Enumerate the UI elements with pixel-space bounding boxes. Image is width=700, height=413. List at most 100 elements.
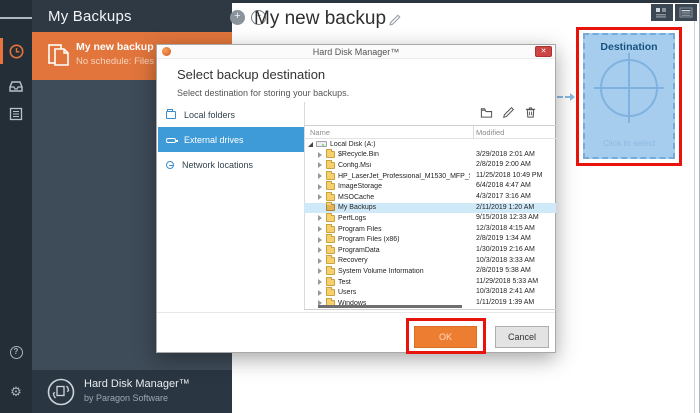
collapsed-arrow-icon[interactable] xyxy=(318,237,326,243)
product-byline: by Paragon Software xyxy=(84,393,168,403)
plus-icon xyxy=(628,53,630,123)
tile-view-button[interactable] xyxy=(651,4,673,21)
tree-row-programdata[interactable]: ProgramData 1/30/2019 2:16 AM xyxy=(304,245,556,256)
sidebar-header: My Backups + − xyxy=(32,0,232,32)
tree-row-system-volume-information[interactable]: System Volume Information2/8/2019 5:38 A… xyxy=(304,266,556,277)
tree-item-label: Config.Msi xyxy=(338,162,371,169)
destination-card-title: Destination xyxy=(585,41,673,53)
tree-toolbar xyxy=(157,106,549,122)
app-icon xyxy=(162,47,171,56)
folder-icon xyxy=(326,151,335,158)
sidebar-title: My Backups xyxy=(48,8,132,25)
destination-card[interactable]: Destination Click to select xyxy=(583,33,675,159)
expanded-arrow-icon[interactable] xyxy=(308,142,316,147)
collapsed-arrow-icon[interactable] xyxy=(318,215,326,221)
folder-icon xyxy=(326,226,335,233)
folder-icon xyxy=(326,215,335,222)
tree-item-label: My Backups xyxy=(338,204,376,211)
sidebar-footer: Hard Disk Manager™ by Paragon Software xyxy=(32,370,232,413)
tree-item-label: MSOCache xyxy=(338,194,374,201)
tree-row-perflogs[interactable]: PerfLogs 9/15/2018 12:33 AM xyxy=(304,213,556,224)
collapsed-arrow-icon[interactable] xyxy=(318,247,326,253)
settings-gear-icon[interactable]: ⚙ xyxy=(0,378,32,406)
tree-item-modified: 11/25/2018 10:49 PM xyxy=(476,171,542,182)
tree-item-label: PerfLogs xyxy=(338,215,366,222)
collapsed-arrow-icon[interactable] xyxy=(318,258,326,264)
tree-row-imagestorage[interactable]: ImageStorage6/4/2018 4:47 AM xyxy=(304,181,556,192)
tree-row-recycle-bin[interactable]: $Recycle.Bin 3/29/2018 2:01 AM xyxy=(304,150,556,161)
tree-body: Local Disk (A:)$Recycle.Bin 3/29/2018 2:0… xyxy=(304,139,556,309)
folder-icon xyxy=(326,173,335,180)
tree-item-label: $Recycle.Bin xyxy=(338,151,379,158)
tree-item-label: ImageStorage xyxy=(338,183,382,190)
drive-tray-icon[interactable] xyxy=(0,72,32,100)
tree-row-config-msi[interactable]: Config.Msi2/8/2019 2:00 AM xyxy=(304,160,556,171)
help-icon[interactable]: ? xyxy=(0,338,32,366)
tree-item-modified: 2/11/2019 1:20 AM xyxy=(476,203,534,214)
collapsed-arrow-icon[interactable] xyxy=(318,290,326,296)
tree-item-modified: 1/30/2019 2:16 AM xyxy=(476,245,535,256)
rename-pencil-icon[interactable] xyxy=(388,13,402,27)
tree-row-msocache[interactable]: MSOCache4/3/2017 3:16 AM xyxy=(304,192,556,203)
page-title: My new backup xyxy=(254,8,386,30)
tree-item-modified: 9/15/2018 12:33 AM xyxy=(476,213,539,224)
close-icon[interactable]: ✕ xyxy=(535,46,552,57)
drive-icon xyxy=(316,141,327,147)
add-backup-button[interactable]: + xyxy=(230,10,245,25)
rename-icon[interactable] xyxy=(502,106,515,119)
dialog-titlebar[interactable]: Hard Disk Manager™ ✕ xyxy=(157,45,555,59)
tree-item-label: Recovery xyxy=(338,257,368,264)
window-right-edge xyxy=(694,3,695,413)
horizontal-scrollbar-thumb[interactable] xyxy=(318,305,462,308)
backup-item-name: My new backup xyxy=(76,41,154,53)
collapsed-arrow-icon[interactable] xyxy=(318,173,326,179)
list-view-icon xyxy=(679,7,693,18)
tree-item-label: System Volume Information xyxy=(338,268,424,275)
collapsed-arrow-icon[interactable] xyxy=(318,194,326,200)
collapsed-arrow-icon[interactable] xyxy=(318,268,326,274)
folder-icon xyxy=(326,289,335,296)
column-separator[interactable] xyxy=(473,126,474,139)
tree-item-modified: 12/3/2018 4:15 AM xyxy=(476,224,535,235)
folder-icon xyxy=(326,162,335,169)
folder-icon xyxy=(326,257,335,264)
tree-item-modified: 10/3/2018 3:33 AM xyxy=(476,256,535,267)
column-modified[interactable]: Modified xyxy=(476,128,504,137)
tree-row-my-backups[interactable]: My Backups 2/11/2019 1:20 AM xyxy=(304,203,556,214)
tree-row-hp-laserjet-professional-m1530-mfp-series[interactable]: HP_LaserJet_Professional_M1530_MFP_Serie… xyxy=(304,171,556,182)
collapsed-arrow-icon[interactable] xyxy=(318,226,326,232)
tile-view-icon xyxy=(655,7,669,18)
collapsed-arrow-icon[interactable] xyxy=(318,279,326,285)
cancel-button[interactable]: Cancel xyxy=(495,326,549,348)
backup-item-schedule: No schedule: Files xyxy=(76,56,154,67)
tree-item-modified: 10/3/2018 2:41 AM xyxy=(476,287,535,298)
tree-row-recovery[interactable]: Recovery 10/3/2018 3:33 AM xyxy=(304,256,556,267)
tree-item-modified: 3/29/2018 2:01 AM xyxy=(476,150,535,161)
journal-list-icon[interactable] xyxy=(0,100,32,128)
tree-row-program-files[interactable]: Program Files12/3/2018 4:15 AM xyxy=(304,224,556,235)
folder-icon xyxy=(326,194,335,201)
folder-icon xyxy=(326,236,335,243)
view-toggle xyxy=(651,4,697,21)
ok-button[interactable]: OK xyxy=(414,326,477,348)
column-name[interactable]: Name xyxy=(310,128,330,137)
backups-clock-icon[interactable] xyxy=(0,37,32,65)
collapsed-arrow-icon[interactable] xyxy=(318,184,326,190)
list-view-button[interactable] xyxy=(675,4,697,21)
delete-icon[interactable] xyxy=(524,106,537,119)
category-network-locations[interactable]: Network locations xyxy=(158,152,304,177)
folder-icon xyxy=(326,268,335,275)
dialog-subheading: Select destination for storing your back… xyxy=(177,88,349,98)
folder-icon xyxy=(326,247,335,254)
tree-row-users[interactable]: Users10/3/2018 2:41 AM xyxy=(304,287,556,298)
category-external-drives[interactable]: External drives xyxy=(158,127,304,152)
menu-icon[interactable] xyxy=(0,4,32,32)
collapsed-arrow-icon[interactable] xyxy=(318,152,326,158)
new-folder-icon[interactable] xyxy=(480,106,493,119)
tree-row-local-disk-a[interactable]: Local Disk (A:) xyxy=(304,139,556,150)
folder-icon xyxy=(326,279,335,286)
tree-row-program-files-x86[interactable]: Program Files (x86)2/8/2019 1:34 AM xyxy=(304,234,556,245)
tree-row-test[interactable]: Test11/29/2018 5:33 AM xyxy=(304,277,556,288)
tree-item-label: ProgramData xyxy=(338,247,380,254)
collapsed-arrow-icon[interactable] xyxy=(318,162,326,168)
